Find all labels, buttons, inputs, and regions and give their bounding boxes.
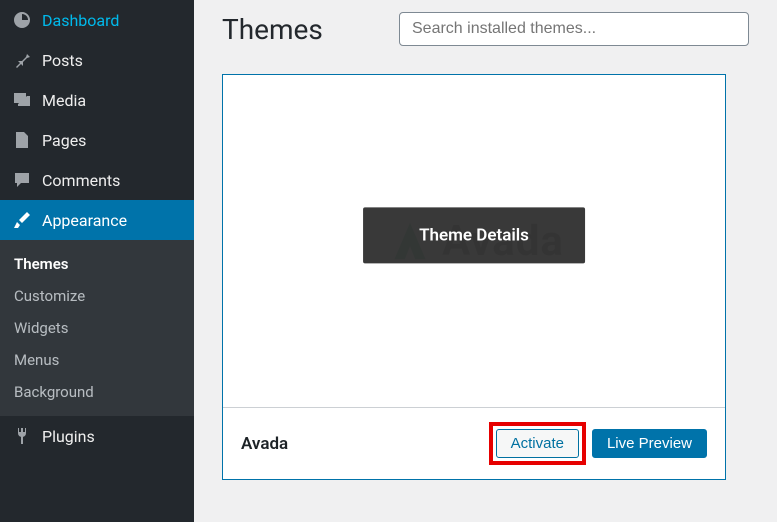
sidebar-item-label: Posts [42, 51, 83, 70]
sidebar-item-label: Dashboard [42, 11, 119, 30]
theme-footer: Avada Activate Live Preview [223, 407, 725, 479]
comment-icon [12, 170, 32, 190]
theme-screenshot[interactable]: Avada Theme Details [223, 75, 725, 407]
main-content: Themes Avada Theme Details Avada Activat… [194, 0, 777, 522]
pushpin-icon [12, 50, 32, 70]
pages-icon [12, 130, 32, 150]
page-header: Themes [222, 12, 749, 46]
brush-icon [12, 210, 32, 230]
sidebar-item-label: Media [42, 91, 86, 110]
theme-actions: Activate Live Preview [489, 422, 707, 465]
sidebar-item-label: Pages [42, 131, 86, 150]
sidebar-item-label: Plugins [42, 427, 95, 446]
submenu-item-background[interactable]: Background [0, 376, 194, 408]
theme-details-overlay[interactable]: Theme Details [363, 207, 585, 263]
submenu-item-widgets[interactable]: Widgets [0, 312, 194, 344]
sidebar-item-label: Appearance [42, 211, 127, 230]
sidebar-item-posts[interactable]: Posts [0, 40, 194, 80]
sidebar-item-dashboard[interactable]: Dashboard [0, 0, 194, 40]
page-title: Themes [222, 13, 323, 46]
submenu-item-themes[interactable]: Themes [0, 248, 194, 280]
theme-card[interactable]: Avada Theme Details Avada Activate Live … [222, 74, 726, 480]
sidebar-item-comments[interactable]: Comments [0, 160, 194, 200]
submenu-item-customize[interactable]: Customize [0, 280, 194, 312]
tutorial-highlight: Activate [489, 422, 586, 465]
plug-icon [12, 426, 32, 446]
sidebar-item-pages[interactable]: Pages [0, 120, 194, 160]
admin-sidebar: Dashboard Posts Media Pages Comments App… [0, 0, 194, 522]
activate-button[interactable]: Activate [496, 429, 579, 458]
live-preview-button[interactable]: Live Preview [592, 429, 707, 458]
media-icon [12, 90, 32, 110]
submenu-item-menus[interactable]: Menus [0, 344, 194, 376]
search-input[interactable] [399, 12, 749, 46]
appearance-submenu: Themes Customize Widgets Menus Backgroun… [0, 240, 194, 416]
sidebar-item-media[interactable]: Media [0, 80, 194, 120]
sidebar-item-plugins[interactable]: Plugins [0, 416, 194, 456]
sidebar-item-appearance[interactable]: Appearance [0, 200, 194, 240]
sidebar-item-label: Comments [42, 171, 120, 190]
dashboard-icon [12, 10, 32, 30]
theme-name: Avada [241, 434, 288, 454]
